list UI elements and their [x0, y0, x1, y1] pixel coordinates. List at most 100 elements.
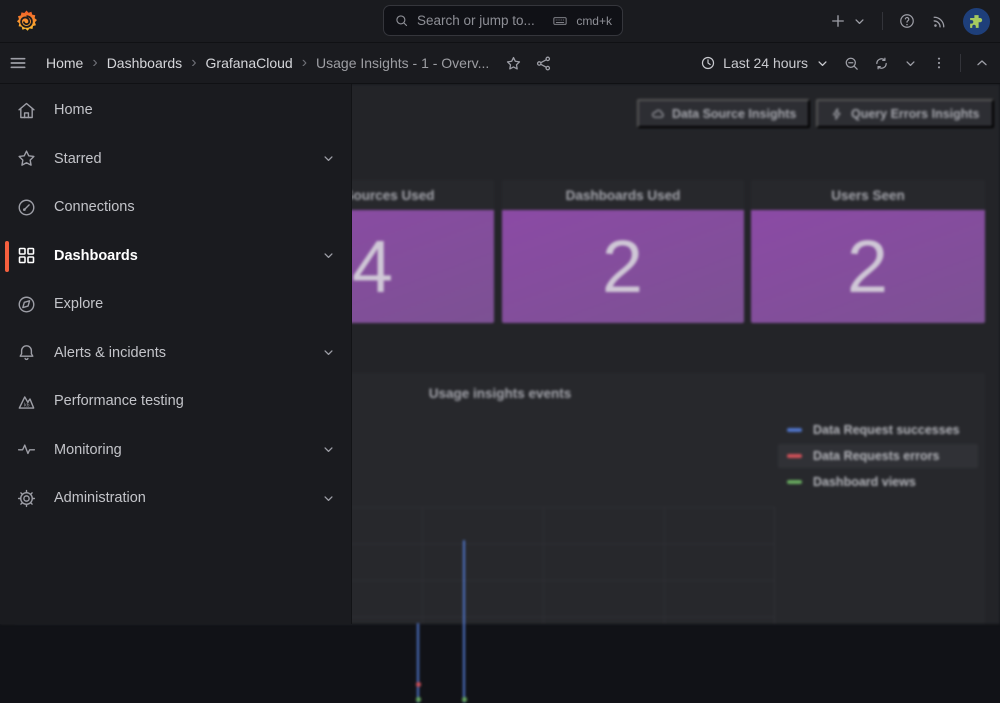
chart-point-views: [416, 697, 421, 702]
grafana-logo[interactable]: [13, 8, 40, 35]
chart-spike: [463, 540, 465, 703]
sidebar-item-explore[interactable]: Explore: [0, 280, 351, 329]
sidebar-item-label: Dashboards: [54, 248, 138, 264]
sidebar-item-monitoring[interactable]: Monitoring: [0, 426, 351, 475]
legend-label: Data Request successes: [813, 423, 960, 437]
query-errors-insights-button[interactable]: Query Errors Insights: [816, 99, 994, 128]
legend-color-swatch: [787, 428, 802, 432]
sidebar-item-performance-testing[interactable]: k6 Performance testing: [0, 377, 351, 426]
gear-icon: [16, 488, 38, 509]
sidebar-item-label: Home: [54, 102, 93, 118]
star-dashboard-button[interactable]: [505, 55, 522, 72]
panel-title[interactable]: Dashboards Used: [502, 180, 744, 210]
svg-text:k6: k6: [24, 402, 30, 408]
share-button[interactable]: [535, 55, 552, 72]
legend-label: Data Requests errors: [813, 449, 939, 463]
dashboard-menu-button[interactable]: [931, 55, 947, 71]
plus-icon: [829, 12, 847, 30]
connections-icon: [16, 197, 38, 218]
k6-icon: k6: [16, 391, 38, 412]
chart-spike: [417, 623, 419, 703]
panel-title[interactable]: Users Seen: [751, 180, 985, 210]
sidebar-item-connections[interactable]: Connections: [0, 183, 351, 232]
bell-icon: [16, 342, 38, 363]
sidebar-item-starred[interactable]: Starred: [0, 135, 351, 184]
chevron-down-icon[interactable]: [321, 491, 336, 506]
data-source-insights-button[interactable]: Data Source Insights: [637, 99, 810, 128]
stat-background: 2: [502, 210, 744, 323]
clock-icon: [700, 55, 716, 71]
breadcrumb-separator: ›: [92, 54, 97, 72]
sidebar-item-administration[interactable]: Administration: [0, 474, 351, 523]
refresh-button[interactable]: [873, 55, 890, 72]
breadcrumb: Home › Dashboards › GrafanaCloud › Usage…: [8, 43, 552, 83]
search-shortcut: cmd+k: [576, 14, 612, 28]
user-avatar[interactable]: [963, 8, 990, 35]
sidebar-item-home[interactable]: Home: [0, 86, 351, 135]
rss-icon: [931, 13, 948, 30]
apps-icon: [16, 245, 38, 266]
help-button[interactable]: [898, 12, 916, 30]
legend-item[interactable]: Data Requests errors: [778, 444, 978, 468]
sidebar-item-label: Administration: [54, 490, 146, 506]
share-icon: [535, 55, 552, 72]
breadcrumb-item-home[interactable]: Home: [46, 55, 83, 71]
zoom-out-icon: [843, 55, 860, 72]
breadcrumb-item-dashboards[interactable]: Dashboards: [107, 55, 183, 71]
menu-toggle-button[interactable]: [8, 53, 28, 73]
chevron-down-icon[interactable]: [321, 345, 336, 360]
help-icon: [898, 12, 916, 30]
active-indicator: [5, 241, 9, 272]
time-range-picker[interactable]: Last 24 hours: [700, 55, 830, 71]
kiosk-mode-button[interactable]: [974, 55, 990, 71]
divider: [882, 12, 883, 30]
chevron-down-icon: [852, 14, 867, 29]
button-label: Query Errors Insights: [851, 107, 980, 121]
breadcrumb-item-current: Usage Insights - 1 - Overv...: [316, 55, 489, 71]
divider: [960, 54, 961, 72]
cloud-icon: [651, 107, 665, 121]
sidebar-item-label: Monitoring: [54, 442, 122, 458]
stat-value: 2: [602, 224, 644, 309]
refresh-interval-button[interactable]: [903, 56, 918, 71]
keyboard-icon: [552, 13, 568, 29]
breadcrumb-bar: Home › Dashboards › GrafanaCloud › Usage…: [0, 42, 1000, 84]
legend-color-swatch: [787, 480, 802, 484]
home-icon: [16, 100, 38, 121]
chevron-down-icon[interactable]: [321, 248, 336, 263]
zoom-out-button[interactable]: [843, 55, 860, 72]
breadcrumb-separator: ›: [302, 54, 307, 72]
stat-value: 2: [847, 224, 889, 309]
search-input[interactable]: Search or jump to... cmd+k: [383, 5, 623, 36]
chevron-down-icon: [903, 56, 918, 71]
search-icon: [394, 13, 409, 28]
breadcrumb-item-grafanacloud[interactable]: GrafanaCloud: [206, 55, 293, 71]
news-button[interactable]: [931, 13, 948, 30]
chevron-up-icon: [974, 55, 990, 71]
chevron-down-icon[interactable]: [321, 442, 336, 457]
chart-point-errors: [416, 682, 421, 687]
bolt-icon: [830, 107, 844, 121]
search-placeholder: Search or jump to...: [417, 13, 544, 28]
refresh-icon: [873, 55, 890, 72]
star-icon: [16, 148, 38, 169]
hamburger-icon: [8, 53, 28, 73]
legend-item[interactable]: Data Request successes: [778, 418, 978, 442]
legend-item[interactable]: Dashboard views: [778, 470, 978, 494]
navigation-mega-menu: HomeStarredConnectionsDashboardsExploreA…: [0, 84, 352, 624]
sidebar-item-label: Performance testing: [54, 393, 184, 409]
compass-icon: [16, 294, 38, 315]
legend-label: Dashboard views: [813, 475, 916, 489]
stat-panel-users-seen: Users Seen 2: [751, 180, 985, 323]
stat-panel-dashboards-used: Dashboards Used 2: [502, 180, 744, 323]
sidebar-item-label: Connections: [54, 199, 135, 215]
legend-color-swatch: [787, 454, 802, 458]
chart-legend: Data Request successes Data Requests err…: [778, 418, 978, 494]
stat-background: 2: [751, 210, 985, 323]
sidebar-item-alerts-incidents[interactable]: Alerts & incidents: [0, 329, 351, 378]
sidebar-item-dashboards[interactable]: Dashboards: [0, 232, 351, 281]
pulse-icon: [16, 439, 38, 460]
chevron-down-icon[interactable]: [321, 151, 336, 166]
kebab-menu-icon: [931, 55, 947, 71]
new-button[interactable]: [829, 12, 867, 30]
